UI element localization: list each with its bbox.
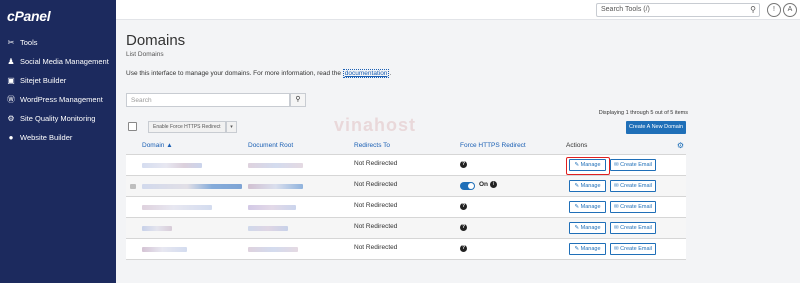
toggle-label: On — [479, 181, 489, 188]
intro-text: Use this interface to manage your domain… — [126, 69, 392, 78]
domain-search-input[interactable]: Search — [126, 93, 290, 107]
sidebar-item-label: Sitejet Builder — [20, 76, 67, 85]
wordpress-icon: Ⓦ — [7, 95, 15, 104]
sidebar: cPanel ✂ Tools ♟ Social Media Management… — [0, 0, 116, 283]
sidebar-item-wordpress[interactable]: Ⓦ WordPress Management — [0, 93, 116, 107]
intro-period: . — [389, 70, 392, 77]
page-title: Domains — [126, 32, 186, 49]
topbar: Search Tools (/) ⚲ ! A — [116, 0, 800, 20]
sidebar-item-label: WordPress Management — [20, 95, 103, 104]
root-cell-redacted — [248, 226, 288, 231]
help-icon[interactable]: ? — [460, 161, 467, 168]
sidebar-item-tools[interactable]: ✂ Tools — [0, 36, 116, 50]
table-row: Not Redirected ? ✎ Manage ✉ Create Email — [126, 239, 686, 260]
help-icon[interactable]: ? — [460, 224, 467, 231]
manage-button[interactable]: ✎ Manage — [569, 243, 606, 255]
table-row: Not Redirected ? ✎ Manage ✉ Create Email — [126, 197, 686, 218]
table-header: Domain ▲ Document Root Redirects To Forc… — [126, 139, 686, 155]
sidebar-item-label: Website Builder — [20, 133, 73, 142]
sidebar-item-site-quality[interactable]: ⚙ Site Quality Monitoring — [0, 112, 116, 126]
manage-button[interactable]: ✎ Manage — [569, 159, 606, 171]
chevron-down-icon[interactable]: ▾ — [226, 121, 237, 133]
create-email-button[interactable]: ✉ Create Email — [610, 243, 656, 255]
sitejet-icon: ▣ — [7, 76, 15, 85]
redirects-cell: Not Redirected — [354, 181, 398, 188]
root-cell-redacted — [248, 163, 303, 168]
col-domain[interactable]: Domain ▲ — [142, 142, 173, 149]
intro-sentence: Use this interface to manage your domain… — [126, 70, 341, 77]
sidebar-item-label: Tools — [20, 38, 38, 47]
documentation-link[interactable]: documentation — [342, 69, 390, 78]
watermark-logo: vinahost — [334, 115, 417, 135]
root-cell-redacted — [248, 184, 303, 189]
redirects-cell: Not Redirected — [354, 160, 398, 167]
table-body: Not Redirected ? ✎ Manage ✉ Create Email… — [126, 155, 686, 260]
page-subtitle: List Domains — [126, 51, 164, 58]
sidebar-item-social-media[interactable]: ♟ Social Media Management — [0, 55, 116, 69]
create-email-button[interactable]: ✉ Create Email — [610, 201, 656, 213]
manage-button[interactable]: ✎ Manage — [569, 201, 606, 213]
redirects-cell: Not Redirected — [354, 202, 398, 209]
help-icon[interactable]: ? — [460, 245, 467, 252]
info-icon[interactable]: i — [490, 181, 497, 188]
manage-button[interactable]: ✎ Manage — [569, 222, 606, 234]
builder-icon: ● — [8, 133, 14, 142]
domain-cell-redacted — [142, 226, 172, 231]
create-domain-button[interactable]: Create A New Domain — [626, 121, 686, 134]
search-icon[interactable]: ⚲ — [290, 93, 306, 107]
create-email-button[interactable]: ✉ Create Email — [610, 222, 656, 234]
create-email-button[interactable]: ✉ Create Email — [610, 159, 656, 171]
domains-table: Domain ▲ Document Root Redirects To Forc… — [126, 139, 686, 260]
select-all-checkbox[interactable] — [128, 122, 137, 131]
redirects-cell: Not Redirected — [354, 223, 398, 230]
redirects-cell: Not Redirected — [354, 244, 398, 251]
sidebar-nav: ✂ Tools ♟ Social Media Management ▣ Site… — [0, 36, 116, 150]
help-icon[interactable]: ? — [460, 203, 467, 210]
search-tools-input[interactable]: Search Tools (/) ⚲ — [596, 3, 760, 17]
https-toggle[interactable] — [460, 182, 475, 190]
root-cell-redacted — [248, 247, 298, 252]
social-icon: ♟ — [7, 57, 15, 66]
tools-icon: ✂ — [7, 38, 15, 47]
monitor-icon: ⚙ — [7, 114, 15, 123]
root-cell-redacted — [248, 205, 296, 210]
manage-button[interactable]: ✎ Manage — [569, 180, 606, 192]
col-document-root[interactable]: Document Root — [248, 142, 293, 149]
domain-cell-redacted — [142, 247, 187, 252]
sidebar-item-website-builder[interactable]: ● Website Builder — [0, 131, 116, 145]
gear-icon[interactable]: ⚙ — [677, 141, 684, 150]
sidebar-item-sitejet[interactable]: ▣ Sitejet Builder — [0, 74, 116, 88]
notification-icon[interactable]: ! — [767, 3, 781, 17]
table-row: Not Redirected ? ✎ Manage ✉ Create Email — [126, 218, 686, 239]
col-force-https[interactable]: Force HTTPS Redirect — [460, 142, 526, 149]
domain-cell-redacted — [142, 184, 242, 189]
col-actions: Actions — [566, 142, 588, 149]
table-row: Not Redirected ? ✎ Manage ✉ Create Email — [126, 155, 686, 176]
domain-cell-redacted — [142, 205, 212, 210]
col-redirects-to[interactable]: Redirects To — [354, 142, 390, 149]
search-tools-placeholder: Search Tools (/) — [601, 6, 650, 13]
cpanel-logo[interactable]: cPanel — [7, 8, 51, 24]
create-email-button[interactable]: ✉ Create Email — [610, 180, 656, 192]
domain-cell-redacted — [142, 163, 202, 168]
sidebar-item-label: Social Media Management — [20, 57, 109, 66]
table-row: Not Redirected On i ✎ Manage ✉ Create Em… — [126, 176, 686, 197]
sidebar-item-label: Site Quality Monitoring — [20, 114, 96, 123]
main-content: Domains List Domains Use this interface … — [116, 20, 800, 283]
row-expander-icon[interactable] — [130, 184, 136, 189]
search-icon[interactable]: ⚲ — [750, 5, 756, 14]
pagination-info: Displaying 1 through 5 out of 5 items — [598, 110, 688, 116]
user-icon[interactable]: A — [783, 3, 797, 17]
enable-https-button[interactable]: Enable Force HTTPS Redirect — [148, 121, 226, 133]
